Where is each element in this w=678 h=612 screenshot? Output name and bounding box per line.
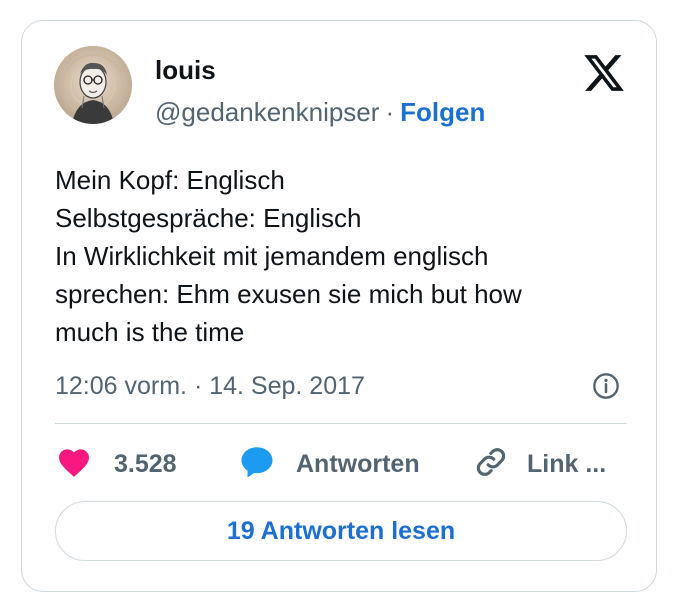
info-icon[interactable] (592, 372, 620, 400)
link-icon (474, 445, 508, 484)
read-replies-button[interactable]: 19 Antworten lesen (55, 501, 627, 561)
like-button[interactable]: 3.528 (56, 445, 177, 483)
tweet-text-line: sprechen: Ehm exusen sie mich but how (55, 279, 522, 309)
x-logo-icon[interactable] (582, 51, 626, 95)
tweet-text-line: Mein Kopf: Englisch (55, 165, 285, 195)
tweet-text: Mein Kopf: Englisch Selbstgespräche: Eng… (55, 161, 635, 351)
follow-button[interactable]: Folgen (400, 97, 485, 127)
speech-bubble-icon (239, 445, 275, 484)
tweet-text-line: Selbstgespräche: Englisch (55, 203, 362, 233)
author-handle-row: @gedankenknipser · Folgen (155, 96, 485, 128)
reply-button[interactable]: Antworten (239, 445, 420, 483)
link-label: Link ... (527, 449, 607, 478)
author-name[interactable]: louis (155, 55, 216, 85)
separator-dot: · (385, 97, 395, 127)
tweet-text-line: much is the time (55, 317, 245, 347)
author-handle[interactable]: @gedankenknipser (155, 97, 379, 127)
avatar[interactable] (54, 46, 132, 124)
tweet-timestamp[interactable]: 12:06 vorm. · 14. Sep. 2017 (55, 370, 365, 402)
tweet-text-line: In Wirklichkeit mit jemandem englisch (55, 241, 489, 271)
tweet-embed-card: louis @gedankenknipser · Folgen Mein Kopf:… (21, 20, 657, 592)
heart-icon (56, 446, 92, 483)
reply-label: Antworten (296, 449, 420, 478)
divider (55, 423, 627, 424)
like-count: 3.528 (114, 449, 177, 478)
copy-link-button[interactable]: Link ... (474, 445, 606, 483)
